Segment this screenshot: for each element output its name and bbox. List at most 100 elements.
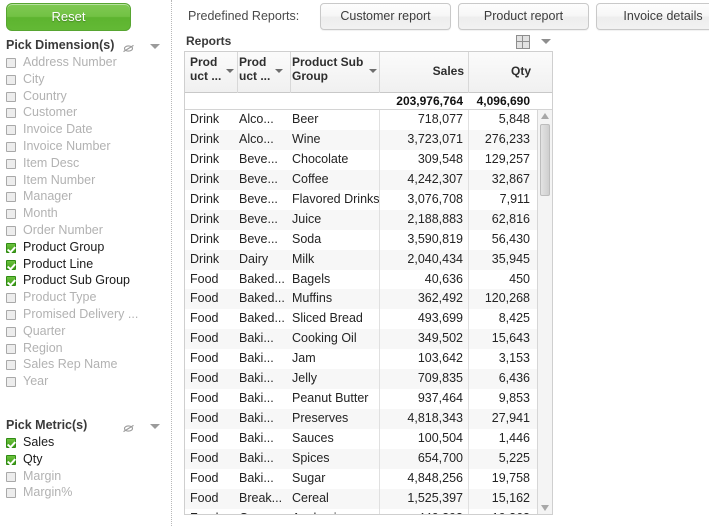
eraser-icon[interactable] <box>122 42 135 53</box>
checkbox-unchecked-icon[interactable] <box>6 343 16 354</box>
metric-item-3[interactable]: Margin% <box>6 484 170 501</box>
checkbox-unchecked-icon[interactable] <box>6 158 16 169</box>
dimension-item-17[interactable]: Region <box>6 340 170 357</box>
table-row[interactable]: Drink Beve... Chocolate 309,548 129,257 <box>185 149 552 170</box>
dimension-item-14[interactable]: Product Type <box>6 289 170 306</box>
table-row[interactable]: Drink Beve... Juice 2,188,883 62,816 <box>185 209 552 230</box>
cell-divider <box>468 369 469 390</box>
sort-caret-icon[interactable] <box>275 69 283 73</box>
dimension-item-5[interactable]: Invoice Number <box>6 138 170 155</box>
metric-item-2[interactable]: Margin <box>6 468 170 485</box>
column-header-qty[interactable]: Qty <box>469 52 536 93</box>
checkbox-unchecked-icon[interactable] <box>6 192 16 203</box>
dimension-item-9[interactable]: Month <box>6 205 170 222</box>
checkbox-unchecked-icon[interactable] <box>6 293 16 304</box>
cell-product-line: Baked... <box>239 271 285 286</box>
table-row[interactable]: Drink Beve... Coffee 4,242,307 32,867 <box>185 169 552 190</box>
dimension-item-15[interactable]: Promised Delivery ... <box>6 306 170 323</box>
column-header-product-sub-group[interactable]: Product Sub Group <box>292 52 380 93</box>
metric-item-1[interactable]: Qty <box>6 451 170 468</box>
checkbox-unchecked-icon[interactable] <box>6 225 16 236</box>
checkbox-unchecked-icon[interactable] <box>6 91 16 102</box>
grid-table-icon[interactable] <box>516 35 530 49</box>
table-row[interactable]: Food Break... Cereal 1,525,397 15,162 <box>185 488 552 509</box>
checkbox-unchecked-icon[interactable] <box>6 488 16 499</box>
predefined-reports-label: Predefined Reports: <box>188 9 300 23</box>
metric-item-0[interactable]: Sales <box>6 434 170 451</box>
table-row[interactable]: FoodCan... Anchovies440,29319,363 <box>185 508 552 514</box>
dimension-item-8[interactable]: Manager <box>6 188 170 205</box>
table-row[interactable]: Drink Alco... Beer 718,077 5,848 <box>185 110 552 130</box>
dimension-item-16[interactable]: Quarter <box>6 323 170 340</box>
dimension-item-19[interactable]: Year <box>6 373 170 390</box>
chevron-down-icon[interactable] <box>150 424 160 429</box>
dimension-item-13[interactable]: Product Sub Group <box>6 272 170 289</box>
table-row[interactable]: Food Baki... Cooking Oil 349,502 15,643 <box>185 329 552 350</box>
table-row[interactable]: Food Baki... Spices 654,700 5,225 <box>185 448 552 469</box>
checkbox-unchecked-icon[interactable] <box>6 209 16 220</box>
column-header-sales[interactable]: Sales <box>380 52 469 93</box>
table-row[interactable]: Food Baki... Peanut Butter 937,464 9,853 <box>185 389 552 410</box>
checkbox-unchecked-icon[interactable] <box>6 74 16 85</box>
chevron-down-icon[interactable] <box>541 39 551 44</box>
customer-report-button[interactable]: Customer report <box>320 3 451 30</box>
scroll-down-arrow-icon[interactable] <box>541 505 549 511</box>
checkbox-unchecked-icon[interactable] <box>6 108 16 119</box>
checkbox-unchecked-icon[interactable] <box>6 125 16 136</box>
checkbox-unchecked-icon[interactable] <box>6 175 16 186</box>
reset-button[interactable]: Reset <box>6 3 131 31</box>
checkbox-unchecked-icon[interactable] <box>6 309 16 320</box>
dimension-item-4[interactable]: Invoice Date <box>6 121 170 138</box>
dimension-item-10[interactable]: Order Number <box>6 222 170 239</box>
sort-caret-icon[interactable] <box>369 69 377 73</box>
table-body[interactable]: Drink Alco... Beer 718,077 5,848 Drink Alco...… <box>185 110 552 514</box>
table-row[interactable]: Food Baki... Sugar 4,848,256 19,758 <box>185 468 552 489</box>
cell-qty: 450 <box>509 271 530 286</box>
cell-sales: 3,076,708 <box>407 191 463 206</box>
dimension-item-1[interactable]: City <box>6 71 170 88</box>
product-report-button[interactable]: Product report <box>458 3 589 30</box>
checkbox-unchecked-icon[interactable] <box>6 377 16 388</box>
checkbox-checked-icon[interactable] <box>6 454 16 465</box>
table-row[interactable]: Drink Alco... Wine 3,723,071 276,233 <box>185 129 552 150</box>
dimension-item-6[interactable]: Item Desc <box>6 155 170 172</box>
table-row[interactable]: Food Baked... Muffins 362,492 120,268 <box>185 289 552 310</box>
scrollbar-thumb[interactable] <box>540 124 550 196</box>
scroll-up-arrow-icon[interactable] <box>541 113 549 119</box>
cell-divider <box>379 149 380 170</box>
dimension-item-18[interactable]: Sales Rep Name <box>6 356 170 373</box>
checkbox-unchecked-icon[interactable] <box>6 471 16 482</box>
checkbox-unchecked-icon[interactable] <box>6 326 16 337</box>
table-row[interactable]: Food Baked... Sliced Bread 493,699 8,425 <box>185 309 552 330</box>
table-row[interactable]: Food Baked... Bagels 40,636 450 <box>185 269 552 290</box>
eraser-icon[interactable] <box>122 422 135 433</box>
checkbox-checked-icon[interactable] <box>6 242 16 253</box>
dimension-item-2[interactable]: Country <box>6 88 170 105</box>
dimension-item-12[interactable]: Product Line <box>6 256 170 273</box>
dimension-item-7[interactable]: Item Number <box>6 172 170 189</box>
table-vertical-scrollbar[interactable] <box>537 110 552 514</box>
table-row[interactable]: Food Baki... Jam 103,642 3,153 <box>185 349 552 370</box>
checkbox-unchecked-icon[interactable] <box>6 58 16 68</box>
column-header-product-group[interactable]: Prod uct ... <box>190 52 237 93</box>
checkbox-unchecked-icon[interactable] <box>6 360 16 371</box>
table-row[interactable]: Food Baki... Preserves 4,818,343 27,941 <box>185 409 552 429</box>
checkbox-checked-icon[interactable] <box>6 276 16 287</box>
dimension-item-0[interactable]: Address Number <box>6 54 170 71</box>
table-row[interactable]: Food Baki... Sauces 100,504 1,446 <box>185 429 552 449</box>
table-row[interactable]: Drink Beve... Flavored Drinks 3,076,708 7,91… <box>185 189 552 210</box>
table-row[interactable]: Drink Dairy Milk 2,040,434 35,945 <box>185 249 552 270</box>
invoice-details-button[interactable]: Invoice details <box>596 3 709 30</box>
dimension-item-11[interactable]: Product Group <box>6 239 170 256</box>
chevron-down-icon[interactable] <box>150 44 160 49</box>
checkbox-unchecked-icon[interactable] <box>6 141 16 152</box>
cell-divider <box>468 289 469 310</box>
checkbox-checked-icon[interactable] <box>6 259 16 270</box>
table-row[interactable]: Food Baki... Jelly 709,835 6,436 <box>185 369 552 390</box>
column-header-product-line[interactable]: Prod uct ... <box>239 52 286 93</box>
table-row[interactable]: Drink Beve... Soda 3,590,819 56,430 <box>185 229 552 250</box>
checkbox-checked-icon[interactable] <box>6 438 16 448</box>
sort-caret-icon[interactable] <box>226 69 234 73</box>
dimension-item-label: Product Line <box>23 256 94 271</box>
dimension-item-3[interactable]: Customer <box>6 104 170 121</box>
